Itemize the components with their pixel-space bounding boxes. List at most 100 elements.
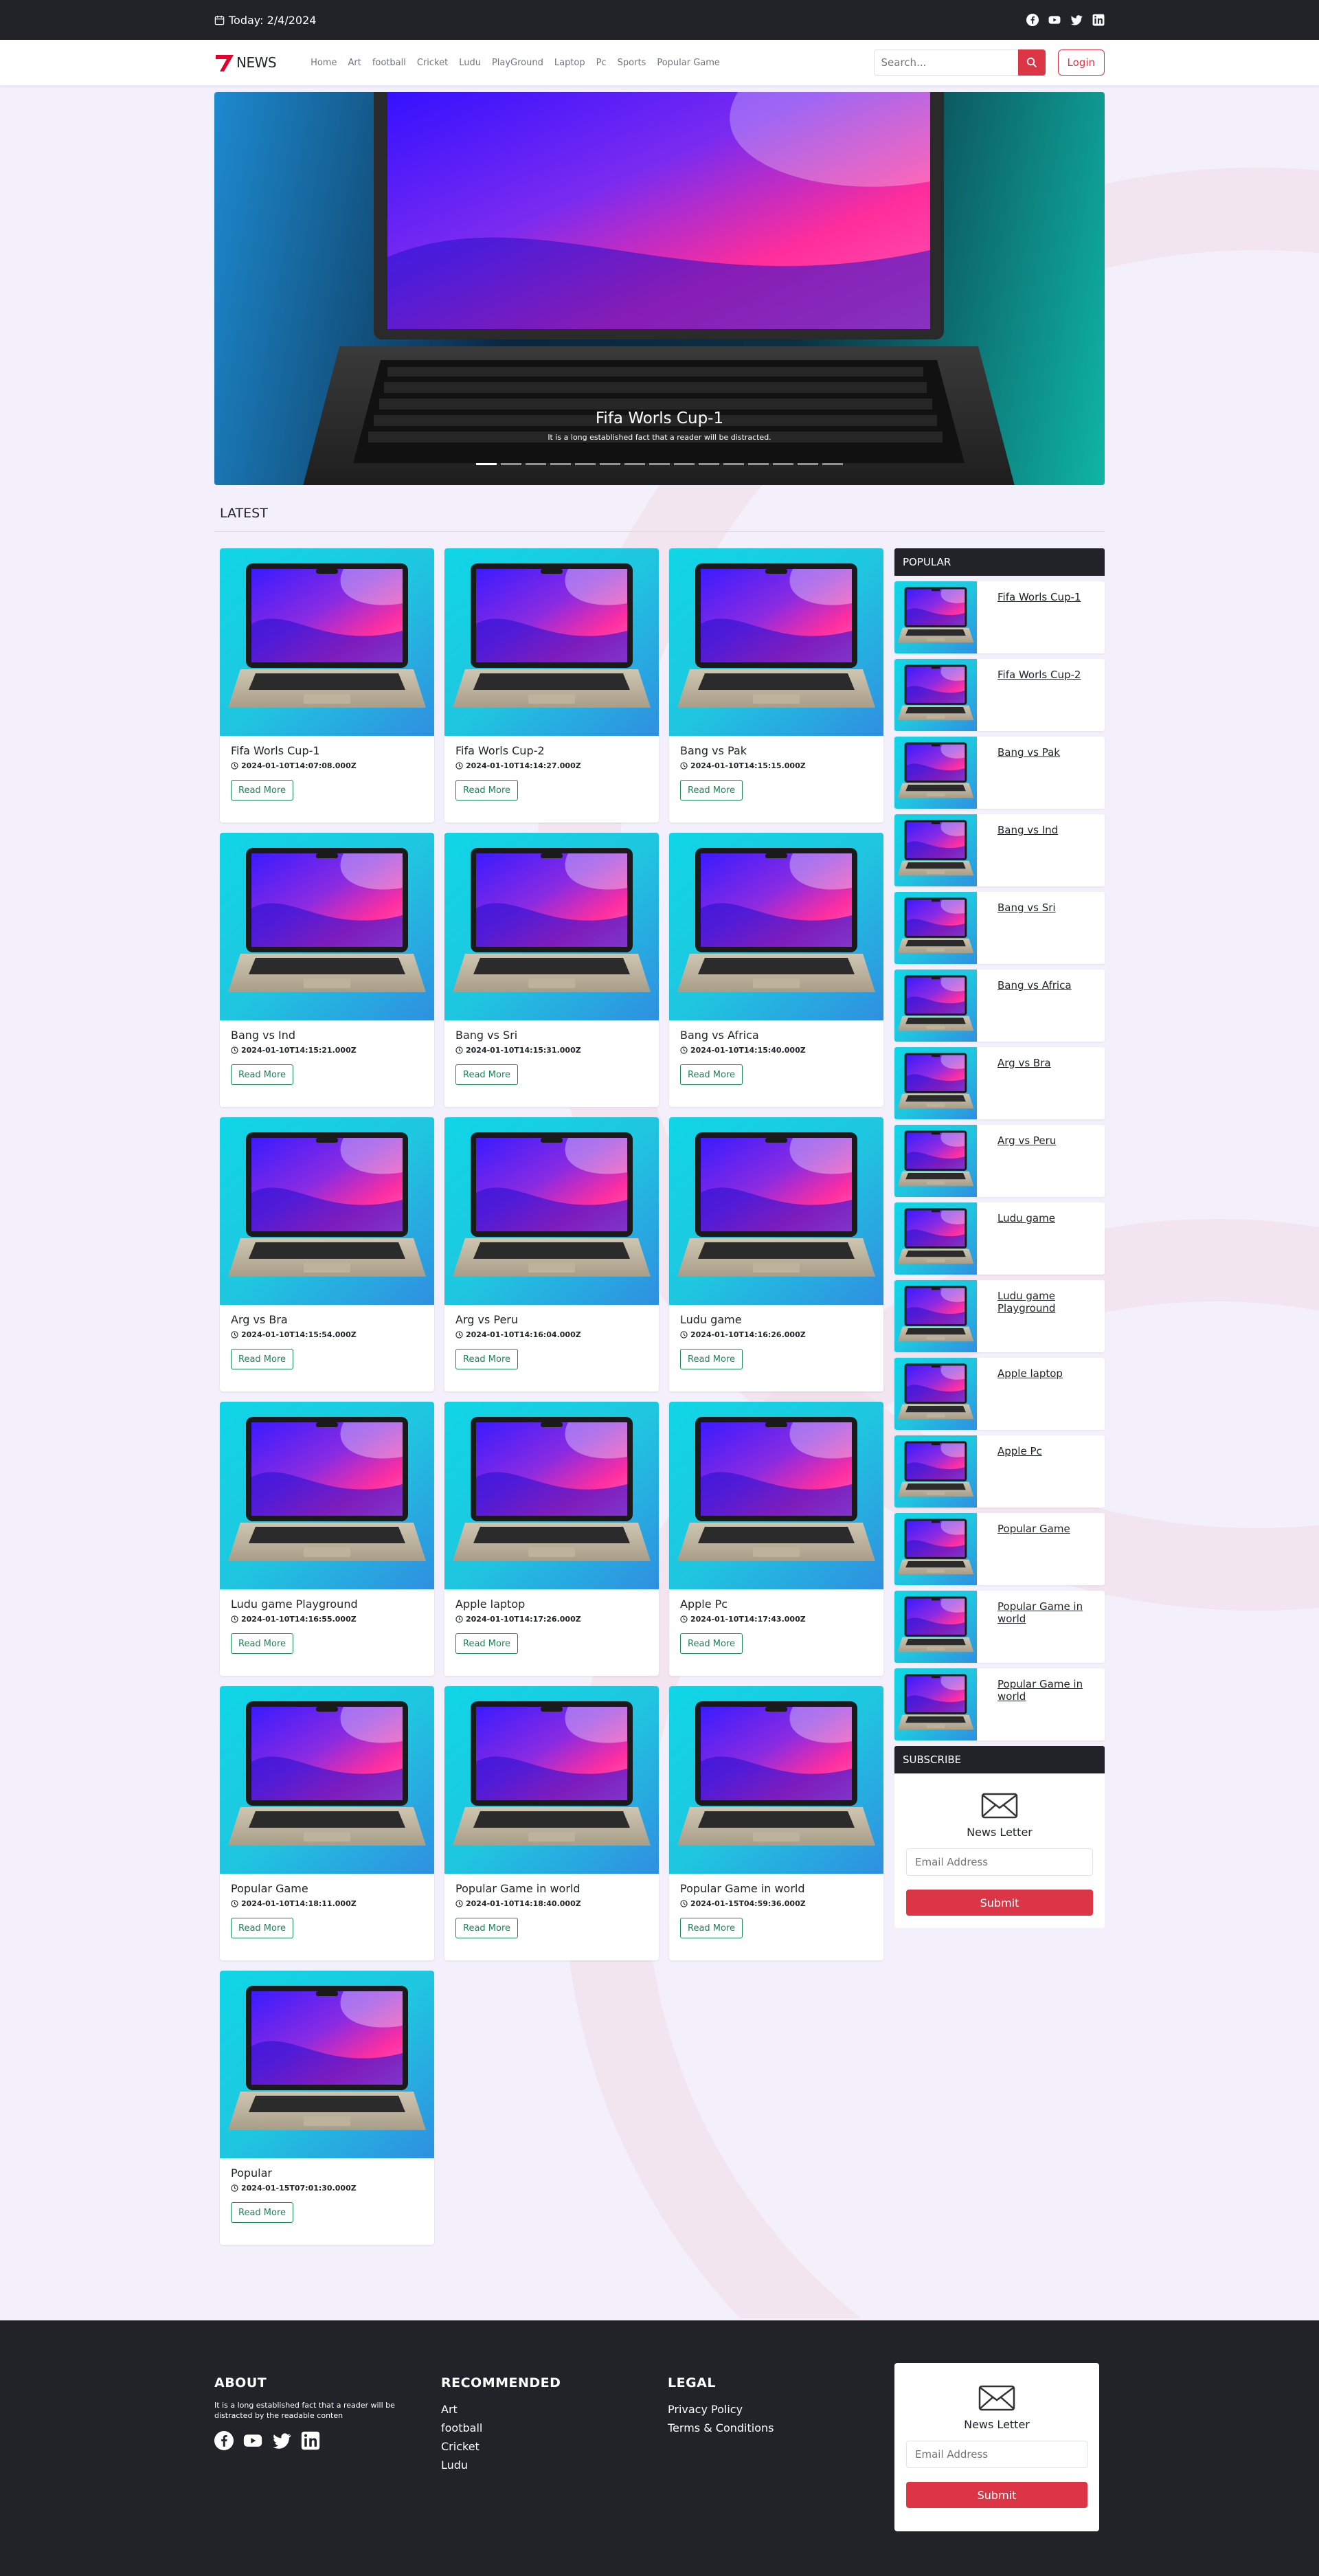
news-card-image[interactable]: [444, 1402, 659, 1589]
popular-item[interactable]: Popular Game in world: [894, 1668, 1105, 1740]
submit-button[interactable]: Submit: [906, 1890, 1093, 1916]
hero-carousel[interactable]: Fifa Worls Cup-1 It is a long establishe…: [214, 92, 1105, 485]
news-card[interactable]: Popular Game in world 2024-01-10T14:18:40…: [444, 1686, 659, 1960]
footer-submit-button[interactable]: Submit: [906, 2482, 1087, 2508]
twitter-icon[interactable]: [1070, 14, 1083, 26]
news-card-image[interactable]: [669, 1686, 883, 1874]
nav-link-sports[interactable]: Sports: [612, 54, 652, 72]
read-more-button[interactable]: Read More: [680, 780, 743, 800]
footer-link-privacy-policy[interactable]: Privacy Policy: [668, 2403, 894, 2416]
news-card[interactable]: Popular Game in world 2024-01-15T04:59:36…: [669, 1686, 883, 1960]
popular-item[interactable]: Arg vs Peru: [894, 1125, 1105, 1197]
nav-link-pc[interactable]: Pc: [591, 54, 612, 72]
carousel-indicator[interactable]: [600, 463, 620, 465]
popular-item-link[interactable]: Ludu game: [977, 1202, 1076, 1275]
popular-item-image[interactable]: [894, 581, 977, 653]
nav-link-cricket[interactable]: Cricket: [412, 54, 453, 72]
popular-item-image[interactable]: [894, 1047, 977, 1119]
news-card[interactable]: Popular 2024-01-15T07:01:30.000Z Read More: [220, 1971, 434, 2245]
popular-item[interactable]: Fifa Worls Cup-1: [894, 581, 1105, 653]
carousel-indicator[interactable]: [550, 463, 571, 465]
read-more-button[interactable]: Read More: [455, 1349, 519, 1369]
news-card-image[interactable]: [220, 1686, 434, 1874]
popular-item[interactable]: Ludu game Playground: [894, 1280, 1105, 1352]
news-card-title[interactable]: Ludu game: [680, 1313, 872, 1326]
read-more-button[interactable]: Read More: [231, 1064, 294, 1085]
popular-item-image[interactable]: [894, 814, 977, 886]
read-more-button[interactable]: Read More: [231, 780, 294, 800]
footer-link-art[interactable]: Art: [441, 2403, 668, 2416]
popular-item-image[interactable]: [894, 1513, 977, 1585]
news-card-image[interactable]: [220, 1971, 434, 2158]
popular-item-link[interactable]: Fifa Worls Cup-2: [977, 659, 1101, 731]
nav-link-football[interactable]: football: [367, 54, 412, 72]
popular-item-image[interactable]: [894, 1125, 977, 1197]
news-card[interactable]: Bang vs Pak 2024-01-10T14:15:15.000Z Read …: [669, 548, 883, 822]
popular-item-link[interactable]: Bang vs Pak: [977, 737, 1081, 809]
news-card[interactable]: Fifa Worls Cup-2 2024-01-10T14:14:27.000Z…: [444, 548, 659, 822]
news-card-image[interactable]: [220, 1117, 434, 1305]
news-card-image[interactable]: [444, 1117, 659, 1305]
news-card[interactable]: Bang vs Africa 2024-01-10T14:15:40.000Z Re…: [669, 833, 883, 1107]
popular-item[interactable]: Popular Game: [894, 1513, 1105, 1585]
news-card-title[interactable]: Fifa Worls Cup-1: [231, 744, 423, 757]
popular-item-link[interactable]: Apple Pc: [977, 1435, 1063, 1508]
popular-item-image[interactable]: [894, 1202, 977, 1275]
read-more-button[interactable]: Read More: [231, 1349, 294, 1369]
news-card-title[interactable]: Bang vs Africa: [680, 1029, 872, 1042]
popular-item-image[interactable]: [894, 1591, 977, 1663]
footer-link-football[interactable]: football: [441, 2421, 668, 2434]
popular-item-image[interactable]: [894, 1280, 977, 1352]
nav-link-art[interactable]: Art: [342, 54, 366, 72]
nav-link-popular-game[interactable]: Popular Game: [651, 54, 725, 72]
carousel-indicator[interactable]: [723, 463, 744, 465]
news-card-title[interactable]: Arg vs Bra: [231, 1313, 423, 1326]
carousel-indicator[interactable]: [748, 463, 769, 465]
linkedin-icon[interactable]: [1092, 14, 1105, 26]
youtube-icon[interactable]: [243, 2431, 262, 2450]
popular-item[interactable]: Popular Game in world: [894, 1591, 1105, 1663]
popular-item-image[interactable]: [894, 659, 977, 731]
news-card-title[interactable]: Apple laptop: [455, 1598, 648, 1611]
news-card-image[interactable]: [444, 548, 659, 736]
news-card[interactable]: Popular Game 2024-01-10T14:18:11.000Z Read…: [220, 1686, 434, 1960]
news-card-title[interactable]: Popular Game in world: [680, 1882, 872, 1895]
popular-item[interactable]: Apple laptop: [894, 1358, 1105, 1430]
twitter-icon[interactable]: [272, 2431, 291, 2450]
popular-item[interactable]: Arg vs Bra: [894, 1047, 1105, 1119]
carousel-indicator[interactable]: [822, 463, 843, 465]
popular-item-link[interactable]: Arg vs Peru: [977, 1125, 1076, 1197]
nav-link-playground[interactable]: PlayGround: [486, 54, 549, 72]
brand-logo[interactable]: NEWS: [214, 52, 277, 73]
popular-item-link[interactable]: Bang vs Africa: [977, 970, 1092, 1042]
popular-item[interactable]: Ludu game: [894, 1202, 1105, 1275]
footer-email-field[interactable]: [906, 2441, 1087, 2468]
read-more-button[interactable]: Read More: [231, 1918, 294, 1938]
news-card[interactable]: Ludu game Playground 2024-01-10T14:16:55.…: [220, 1402, 434, 1676]
popular-item[interactable]: Bang vs Sri: [894, 892, 1105, 964]
carousel-indicator[interactable]: [526, 463, 546, 465]
news-card[interactable]: Apple laptop 2024-01-10T14:17:26.000Z Read…: [444, 1402, 659, 1676]
facebook-icon[interactable]: [1026, 14, 1039, 26]
read-more-button[interactable]: Read More: [680, 1918, 743, 1938]
carousel-indicator[interactable]: [798, 463, 818, 465]
news-card-image[interactable]: [220, 548, 434, 736]
search-input[interactable]: [873, 49, 1018, 76]
carousel-indicator[interactable]: [624, 463, 645, 465]
read-more-button[interactable]: Read More: [455, 1064, 519, 1085]
read-more-button[interactable]: Read More: [680, 1349, 743, 1369]
popular-item-link[interactable]: Ludu game Playground: [977, 1280, 1105, 1352]
news-card[interactable]: Bang vs Sri 2024-01-10T14:15:31.000Z Read …: [444, 833, 659, 1107]
popular-item-image[interactable]: [894, 1358, 977, 1430]
news-card-image[interactable]: [669, 833, 883, 1020]
news-card-title[interactable]: Popular Game in world: [455, 1882, 648, 1895]
carousel-indicator[interactable]: [476, 463, 497, 465]
popular-item-image[interactable]: [894, 970, 977, 1042]
news-card-image[interactable]: [669, 548, 883, 736]
popular-item[interactable]: Fifa Worls Cup-2: [894, 659, 1105, 731]
read-more-button[interactable]: Read More: [455, 1918, 519, 1938]
popular-item-image[interactable]: [894, 1435, 977, 1508]
news-card[interactable]: Apple Pc 2024-01-10T14:17:43.000Z Read Mor…: [669, 1402, 883, 1676]
nav-link-ludu[interactable]: Ludu: [453, 54, 486, 72]
news-card-title[interactable]: Popular Game: [231, 1882, 423, 1895]
